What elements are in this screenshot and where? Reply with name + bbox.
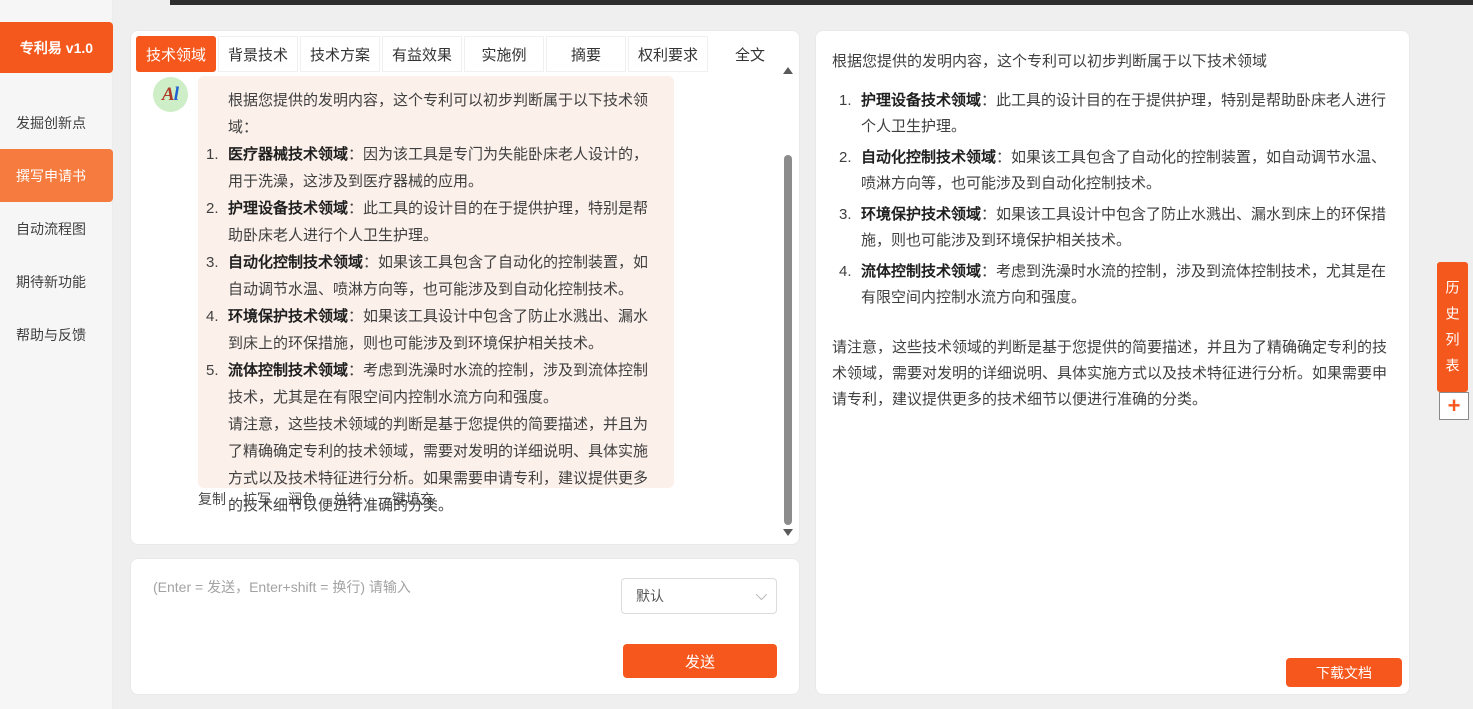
avatar-letter-i: l [174, 84, 179, 106]
summarize-action[interactable]: 总结 [333, 489, 361, 509]
sidebar-item-write-application[interactable]: 撰写申请书 [0, 149, 113, 202]
sidebar-item-help-feedback[interactable]: 帮助与反馈 [0, 308, 113, 361]
item-title: 流体控制技术领域 [228, 362, 348, 379]
tab-abstract[interactable]: 摘要 [546, 36, 626, 72]
tab-label: 实施例 [481, 44, 526, 65]
mode-select-value: 默认 [636, 586, 664, 606]
sidebar-item-discover-innovation[interactable]: 发掘创新点 [0, 96, 113, 149]
item-title: 医疗器械技术领域 [228, 146, 348, 163]
sidebar: 专利易 v1.0 发掘创新点 撰写申请书 自动流程图 期待新功能 帮助与反馈 [0, 0, 113, 709]
history-list-tab[interactable]: 历史列表 [1437, 262, 1468, 392]
item-number: 2. [206, 195, 228, 222]
preview-item: 3.环境保护技术领域：如果该工具设计中包含了防止水溅出、漏水到床上的环保措施，则… [839, 202, 1393, 254]
history-list-label: 历史列表 [1443, 280, 1463, 384]
item-title: 流体控制技术领域 [861, 263, 981, 280]
tab-label: 技术领域 [146, 44, 206, 65]
preview-item: 4.流体控制技术领域：考虑到洗澡时水流的控制，涉及到流体控制技术，尤其是在有限空… [839, 259, 1393, 311]
sidebar-item-upcoming-features[interactable]: 期待新功能 [0, 255, 113, 308]
ai-avatar: Al [153, 77, 188, 112]
tech-field-item: 3.自动化控制技术领域：如果该工具包含了自动化的控制装置，如自动调节水温、喷淋方… [206, 249, 660, 303]
tab-beneficial-effects[interactable]: 有益效果 [382, 36, 462, 72]
sidebar-item-label: 发掘创新点 [16, 113, 86, 133]
message-input[interactable] [153, 577, 593, 682]
tab-background-art[interactable]: 背景技术 [218, 36, 298, 72]
tab-label: 技术方案 [310, 44, 370, 65]
preview-item: 2.自动化控制技术领域：如果该工具包含了自动化的控制装置，如自动调节水温、喷淋方… [839, 145, 1393, 197]
item-title: 自动化控制技术领域 [861, 149, 996, 166]
ai-message-bubble: 根据您提供的发明内容，这个专利可以初步判断属于以下技术领域： 1.医疗器械技术领… [198, 76, 674, 488]
preview-item: 1.护理设备技术领域：此工具的设计目的在于提供护理，特别是帮助卧床老人进行个人卫… [839, 88, 1393, 140]
item-number: 1. [839, 88, 861, 114]
preview-intro: 根据您提供的发明内容，这个专利可以初步判断属于以下技术领域 [832, 49, 1393, 75]
item-number: 2. [839, 145, 861, 171]
sidebar-item-auto-flowchart[interactable]: 自动流程图 [0, 202, 113, 255]
scroll-down-icon[interactable] [783, 529, 793, 536]
item-number: 4. [206, 303, 228, 330]
tab-label: 全文 [735, 44, 765, 65]
message-intro: 根据您提供的发明内容，这个专利可以初步判断属于以下技术领域： [228, 87, 660, 141]
item-title: 自动化控制技术领域 [228, 254, 363, 271]
polish-action[interactable]: 润色 [288, 489, 316, 509]
sidebar-menu: 发掘创新点 撰写申请书 自动流程图 期待新功能 帮助与反馈 [0, 96, 112, 361]
scroll-up-icon[interactable] [783, 67, 793, 74]
item-number: 5. [206, 357, 228, 384]
item-title: 环境保护技术领域 [861, 206, 981, 223]
chevron-down-icon [756, 589, 767, 600]
preview-note: 请注意，这些技术领域的判断是基于您提供的简要描述，并且为了精确确定专利的技术领域… [832, 335, 1393, 413]
expand-action[interactable]: 扩写 [243, 489, 271, 509]
scrollbar-thumb[interactable] [784, 155, 792, 525]
message-actions: 复制 扩写 润色 总结 一键填充 [198, 489, 434, 509]
item-number: 3. [839, 202, 861, 228]
sidebar-item-label: 撰写申请书 [16, 166, 86, 186]
send-button[interactable]: 发送 [623, 644, 777, 678]
tech-field-item: 1.医疗器械技术领域：因为该工具是专门为失能卧床老人设计的，用于洗澡，这涉及到医… [206, 141, 660, 195]
chat-scrollbar [782, 67, 794, 536]
chat-panel: 技术领域 背景技术 技术方案 有益效果 实施例 摘要 权利要求 全文 Al 根据… [130, 30, 800, 545]
tech-field-item: 5.流体控制技术领域：考虑到洗澡时水流的控制，涉及到流体控制技术，尤其是在有限空… [206, 357, 660, 411]
tab-technical-field[interactable]: 技术领域 [136, 36, 216, 72]
composer-panel: 默认 发送 [130, 558, 800, 695]
copy-action[interactable]: 复制 [198, 489, 226, 509]
one-click-fill-action[interactable]: 一键填充 [378, 489, 434, 509]
item-title: 护理设备技术领域 [861, 92, 981, 109]
section-tabs: 技术领域 背景技术 技术方案 有益效果 实施例 摘要 权利要求 全文 [136, 36, 792, 72]
download-document-button[interactable]: 下载文档 [1286, 658, 1402, 687]
sidebar-item-label: 帮助与反馈 [16, 325, 86, 345]
tab-label: 权利要求 [638, 44, 698, 65]
item-number: 1. [206, 141, 228, 168]
item-title: 护理设备技术领域 [228, 200, 348, 217]
preview-panel: 根据您提供的发明内容，这个专利可以初步判断属于以下技术领域 1.护理设备技术领域… [815, 30, 1410, 695]
sidebar-item-label: 期待新功能 [16, 272, 86, 292]
top-edge-strip [170, 0, 1473, 5]
mode-select[interactable]: 默认 [621, 578, 777, 614]
sidebar-item-label: 自动流程图 [16, 219, 86, 239]
tab-technical-solution[interactable]: 技术方案 [300, 36, 380, 72]
add-button[interactable]: + [1439, 392, 1469, 420]
tab-embodiments[interactable]: 实施例 [464, 36, 544, 72]
tab-claims[interactable]: 权利要求 [628, 36, 708, 72]
item-number: 4. [839, 259, 861, 285]
tab-label: 有益效果 [392, 44, 452, 65]
app-title: 专利易 v1.0 [0, 22, 113, 73]
preview-list: 1.护理设备技术领域：此工具的设计目的在于提供护理，特别是帮助卧床老人进行个人卫… [832, 88, 1393, 311]
tab-label: 摘要 [571, 44, 601, 65]
tech-field-item: 2.护理设备技术领域：此工具的设计目的在于提供护理，特别是帮助卧床老人进行个人卫… [206, 195, 660, 249]
tech-field-item: 4.环境保护技术领域：如果该工具设计中包含了防止水溅出、漏水到床上的环保措施，则… [206, 303, 660, 357]
tab-full-text[interactable]: 全文 [710, 36, 790, 72]
plus-icon: + [1448, 395, 1461, 417]
item-number: 3. [206, 249, 228, 276]
tab-label: 背景技术 [228, 44, 288, 65]
item-title: 环境保护技术领域 [228, 308, 348, 325]
